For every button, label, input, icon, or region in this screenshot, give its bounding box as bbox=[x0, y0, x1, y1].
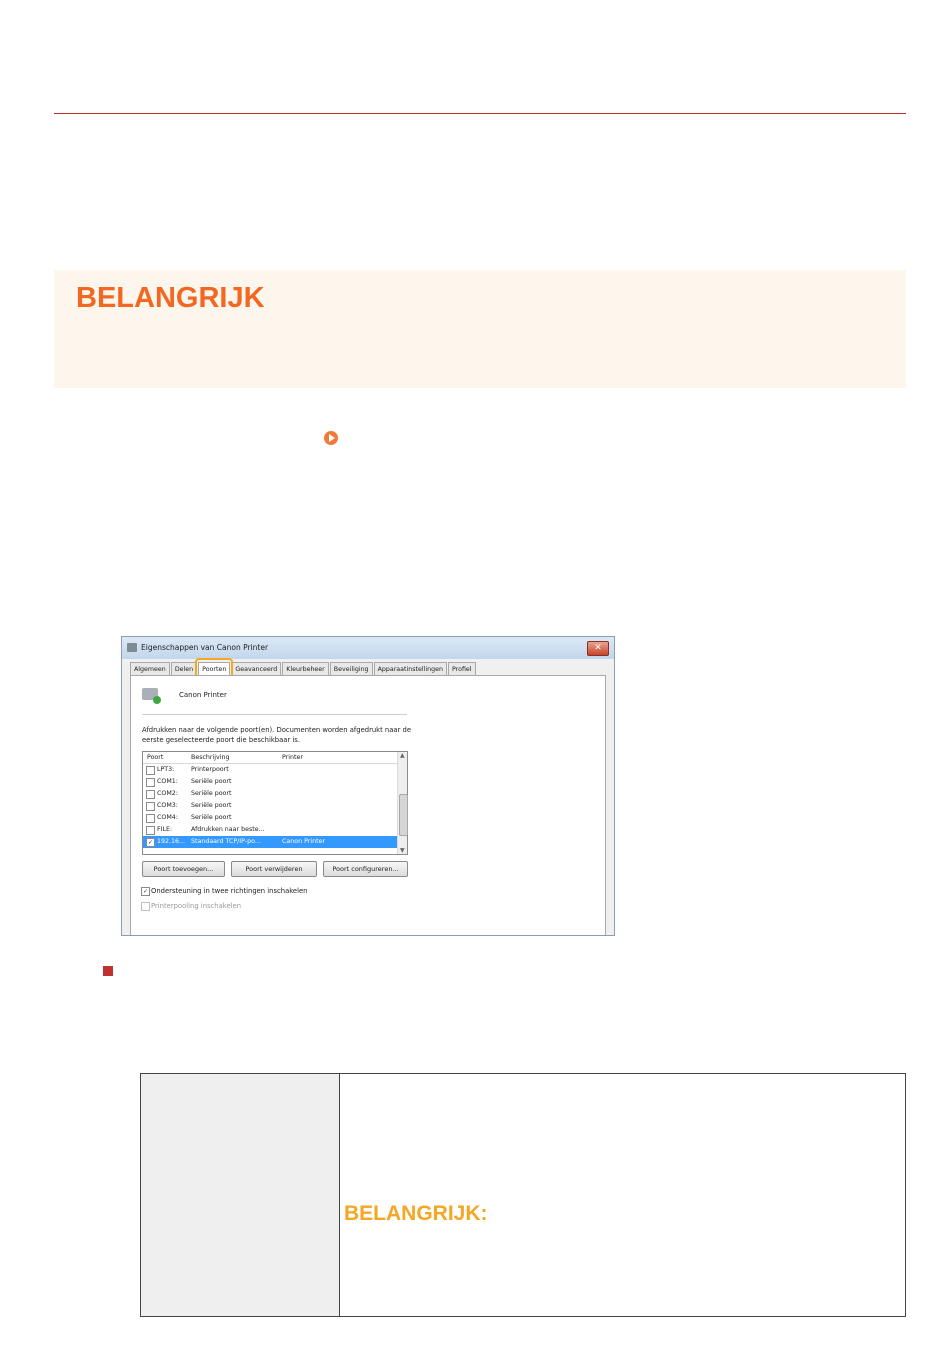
port-printer: Canon Printer bbox=[282, 838, 326, 845]
printer-name: Canon Printer bbox=[179, 691, 227, 699]
scroll-up-icon[interactable]: ▲ bbox=[400, 752, 405, 759]
pooling-label: Printerpooling inschakelen bbox=[151, 902, 242, 910]
divider bbox=[142, 714, 407, 715]
port-name: COM4: bbox=[157, 814, 178, 821]
port-row[interactable]: COM1: Seriële poort bbox=[143, 776, 397, 788]
port-name: FILE: bbox=[157, 826, 173, 833]
port-name: COM2: bbox=[157, 790, 178, 797]
configure-port-button[interactable]: Poort configureren... bbox=[323, 861, 408, 877]
bidirectional-label: Ondersteuning in twee richtingen inschak… bbox=[151, 887, 308, 895]
scroll-down-icon[interactable]: ▼ bbox=[400, 847, 405, 854]
ports-description: Afdrukken naar de volgende poort(en). Do… bbox=[142, 726, 412, 744]
port-checkbox[interactable] bbox=[146, 778, 155, 787]
port-name: COM1: bbox=[157, 778, 178, 785]
port-row[interactable]: COM4: Seriële poort bbox=[143, 812, 397, 824]
port-row[interactable]: LPT3: Printerpoort bbox=[143, 764, 397, 776]
port-name: COM3: bbox=[157, 802, 178, 809]
status-ok-icon bbox=[153, 696, 161, 704]
close-button[interactable]: ✕ bbox=[587, 641, 609, 656]
dialog-title: Eigenschappen van Canon Printer bbox=[141, 643, 269, 652]
port-checkbox[interactable] bbox=[146, 826, 155, 835]
port-checkbox[interactable] bbox=[146, 802, 155, 811]
info-table-label-cell bbox=[141, 1074, 340, 1316]
port-description: Afdrukken naar beste... bbox=[191, 826, 265, 833]
port-list-scrollbar[interactable]: ▲ ▼ bbox=[397, 752, 408, 854]
section-bullet-icon bbox=[103, 966, 113, 976]
tab-delen[interactable]: Delen bbox=[170, 662, 198, 675]
port-checkbox[interactable] bbox=[146, 814, 155, 823]
tab-kleurbeheer[interactable]: Kleurbeheer bbox=[282, 662, 329, 675]
port-description: Seriële poort bbox=[191, 790, 232, 797]
dialog-titlebar: Eigenschappen van Canon Printer ✕ bbox=[122, 637, 614, 659]
port-checkbox[interactable] bbox=[146, 790, 155, 799]
tab-apparaatinstellingen[interactable]: Apparaatinstellingen bbox=[373, 662, 447, 675]
port-checkbox[interactable] bbox=[146, 766, 155, 775]
column-header-description[interactable]: Beschrijving bbox=[191, 752, 229, 763]
port-name: 192.16... bbox=[157, 838, 186, 845]
tab-algemeen[interactable]: Algemeen bbox=[130, 662, 170, 675]
info-important-title: BELANGRIJK: bbox=[344, 1202, 488, 1225]
tab-beveiliging[interactable]: Beveiliging bbox=[329, 662, 373, 675]
printer-properties-dialog: Eigenschappen van Canon Printer ✕ Algeme… bbox=[121, 636, 615, 936]
pooling-checkbox bbox=[141, 902, 150, 911]
port-description: Seriële poort bbox=[191, 802, 232, 809]
port-description: Seriële poort bbox=[191, 778, 232, 785]
port-row[interactable]: FILE: Afdrukken naar beste... bbox=[143, 824, 397, 836]
remove-port-button[interactable]: Poort verwijderen bbox=[231, 861, 317, 877]
bidirectional-checkbox[interactable]: ✓ bbox=[141, 887, 150, 896]
port-list[interactable]: Poort Beschrijving Printer LPT3: Printerp… bbox=[142, 751, 408, 855]
port-list-header: Poort Beschrijving Printer bbox=[143, 752, 397, 764]
port-row[interactable]: COM3: Seriële poort bbox=[143, 800, 397, 812]
tab-profiel[interactable]: Profiel bbox=[447, 662, 476, 675]
add-port-button[interactable]: Poort toevoegen... bbox=[142, 861, 225, 877]
scroll-thumb[interactable] bbox=[399, 794, 408, 836]
section-divider bbox=[54, 113, 906, 114]
important-callout: BELANGRIJK bbox=[54, 270, 906, 388]
port-row[interactable]: ✓ 192.16... Standaard TCP/IP-po... Canon Pr… bbox=[143, 836, 397, 848]
important-title: BELANGRIJK bbox=[76, 282, 265, 314]
info-table: BELANGRIJK: bbox=[140, 1073, 906, 1317]
port-description: Printerpoort bbox=[191, 766, 229, 773]
port-description: Seriële poort bbox=[191, 814, 232, 821]
port-name: LPT3: bbox=[157, 766, 175, 773]
printer-icon bbox=[127, 643, 137, 652]
port-checkbox[interactable]: ✓ bbox=[146, 838, 155, 847]
column-header-port[interactable]: Poort bbox=[147, 752, 163, 763]
tab-geavanceerd[interactable]: Geavanceerd bbox=[231, 662, 282, 675]
ports-panel: Canon Printer Afdrukken naar de volgende… bbox=[130, 675, 606, 935]
link-arrow-icon[interactable] bbox=[324, 431, 338, 445]
port-row[interactable]: COM2: Seriële poort bbox=[143, 788, 397, 800]
port-description: Standaard TCP/IP-po... bbox=[191, 838, 261, 845]
column-header-printer[interactable]: Printer bbox=[282, 752, 303, 763]
tab-bar: Algemeen Delen Poorten Geavanceerd Kleur… bbox=[130, 662, 477, 675]
